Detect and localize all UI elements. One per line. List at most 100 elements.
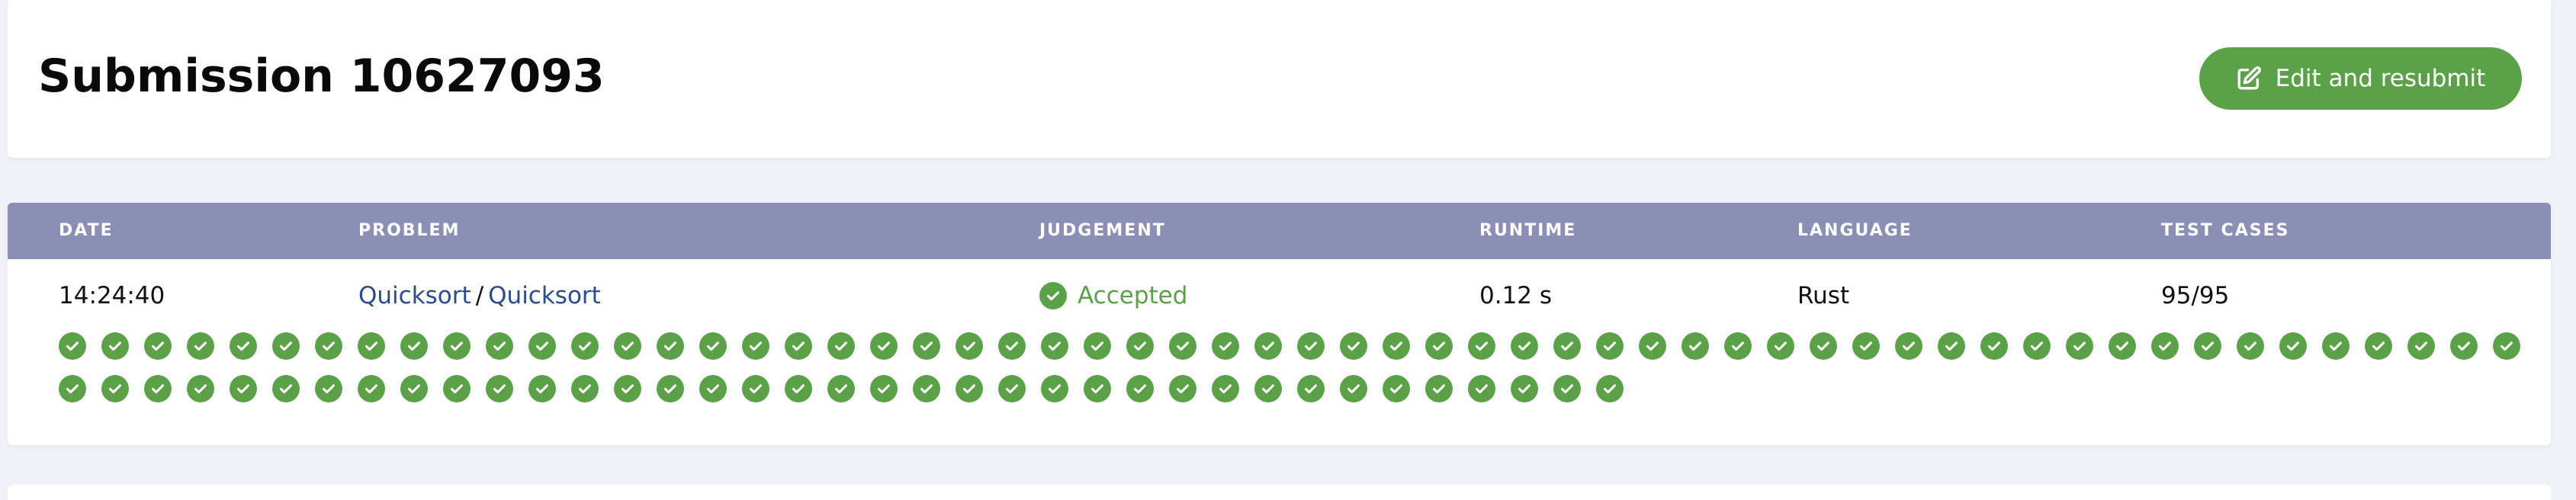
test-case-check-icon[interactable]: [187, 375, 214, 402]
test-case-check-icon[interactable]: [870, 375, 898, 402]
test-case-check-icon[interactable]: [956, 332, 983, 360]
test-case-check-icon[interactable]: [1425, 375, 1453, 402]
test-case-check-icon[interactable]: [657, 375, 684, 402]
test-case-check-icon[interactable]: [144, 375, 172, 402]
test-case-check-icon[interactable]: [2365, 332, 2392, 360]
test-case-check-icon[interactable]: [1126, 332, 1154, 360]
test-case-check-icon[interactable]: [1468, 332, 1495, 360]
test-case-check-icon[interactable]: [998, 332, 1026, 360]
test-case-check-icon[interactable]: [1895, 332, 1922, 360]
test-case-check-icon[interactable]: [742, 332, 769, 360]
test-case-check-icon[interactable]: [1468, 375, 1495, 402]
test-case-check-icon[interactable]: [1724, 332, 1752, 360]
test-case-check-icon[interactable]: [2151, 332, 2179, 360]
problem-category-link[interactable]: Quicksort: [358, 282, 471, 309]
test-case-check-icon[interactable]: [272, 375, 300, 402]
test-case-check-icon[interactable]: [1511, 332, 1538, 360]
test-case-check-icon[interactable]: [101, 375, 129, 402]
test-case-check-icon[interactable]: [614, 375, 641, 402]
test-case-check-icon[interactable]: [1340, 332, 1367, 360]
test-case-check-icon[interactable]: [443, 375, 471, 402]
test-case-check-icon[interactable]: [1639, 332, 1666, 360]
test-case-check-icon[interactable]: [998, 375, 1026, 402]
test-case-check-icon[interactable]: [2450, 332, 2478, 360]
test-case-check-icon[interactable]: [101, 332, 129, 360]
test-case-check-icon[interactable]: [699, 375, 727, 402]
test-case-check-icon[interactable]: [571, 375, 599, 402]
test-case-check-icon[interactable]: [2493, 332, 2520, 360]
test-case-check-icon[interactable]: [230, 375, 257, 402]
test-case-check-icon[interactable]: [315, 375, 342, 402]
test-case-check-icon[interactable]: [1425, 332, 1453, 360]
test-case-check-icon[interactable]: [742, 375, 769, 402]
test-case-check-icon[interactable]: [1767, 332, 1794, 360]
test-case-check-icon[interactable]: [657, 332, 684, 360]
test-case-check-icon[interactable]: [913, 332, 940, 360]
test-case-check-icon[interactable]: [571, 332, 599, 360]
test-case-check-icon[interactable]: [358, 375, 385, 402]
test-case-check-icon[interactable]: [913, 375, 940, 402]
test-case-check-icon[interactable]: [315, 332, 342, 360]
test-case-check-icon[interactable]: [870, 332, 898, 360]
test-case-check-icon[interactable]: [1169, 332, 1196, 360]
test-case-check-icon[interactable]: [144, 332, 172, 360]
test-case-check-icon[interactable]: [1297, 332, 1325, 360]
test-case-check-icon[interactable]: [2322, 332, 2350, 360]
test-case-check-icon[interactable]: [699, 332, 727, 360]
problem-name-link[interactable]: Quicksort: [488, 282, 601, 309]
test-case-check-icon[interactable]: [2194, 332, 2221, 360]
test-case-check-icon[interactable]: [614, 332, 641, 360]
test-case-check-icon[interactable]: [2066, 332, 2093, 360]
page-title: Submission 10627093: [38, 50, 605, 103]
test-case-check-icon[interactable]: [1212, 332, 1239, 360]
test-case-check-icon[interactable]: [2109, 332, 2136, 360]
test-case-check-icon[interactable]: [1084, 375, 1111, 402]
test-case-check-icon[interactable]: [443, 332, 471, 360]
edit-and-resubmit-button[interactable]: Edit and resubmit: [2199, 47, 2522, 110]
test-case-check-icon[interactable]: [1297, 375, 1325, 402]
test-case-check-icon[interactable]: [1340, 375, 1367, 402]
test-case-check-icon[interactable]: [1596, 332, 1624, 360]
test-case-check-icon[interactable]: [1596, 375, 1624, 402]
test-case-check-icon[interactable]: [486, 332, 513, 360]
test-case-check-icon[interactable]: [1212, 375, 1239, 402]
test-case-check-icon[interactable]: [2237, 332, 2264, 360]
test-case-check-icon[interactable]: [1254, 375, 1282, 402]
test-case-check-icon[interactable]: [1169, 375, 1196, 402]
test-case-check-icon[interactable]: [187, 332, 214, 360]
test-case-check-icon[interactable]: [1383, 332, 1410, 360]
test-case-check-icon[interactable]: [1084, 332, 1111, 360]
test-case-check-icon[interactable]: [1041, 375, 1068, 402]
test-case-check-icon[interactable]: [528, 375, 556, 402]
test-case-check-icon[interactable]: [2279, 332, 2307, 360]
table-row: 14:24:40 Quicksort / Quicksort Accepted 0.…: [8, 259, 2551, 332]
test-case-check-icon[interactable]: [528, 332, 556, 360]
test-case-check-icon[interactable]: [827, 332, 855, 360]
test-case-check-icon[interactable]: [1938, 332, 1965, 360]
test-case-check-icon[interactable]: [400, 375, 428, 402]
test-case-check-icon[interactable]: [1126, 375, 1154, 402]
test-case-check-icon[interactable]: [1254, 332, 1282, 360]
test-case-check-icon[interactable]: [2023, 332, 2051, 360]
test-case-check-icon[interactable]: [1852, 332, 1880, 360]
test-case-check-icon[interactable]: [1553, 332, 1581, 360]
test-case-check-icon[interactable]: [272, 332, 300, 360]
test-case-check-icon[interactable]: [956, 375, 983, 402]
test-case-check-icon[interactable]: [59, 375, 86, 402]
test-case-check-icon[interactable]: [1553, 375, 1581, 402]
test-case-check-icon[interactable]: [59, 332, 86, 360]
test-case-check-icon[interactable]: [1511, 375, 1538, 402]
test-case-check-icon[interactable]: [785, 332, 812, 360]
test-case-check-icon[interactable]: [1383, 375, 1410, 402]
test-case-check-icon[interactable]: [827, 375, 855, 402]
test-case-check-icon[interactable]: [1810, 332, 1837, 360]
test-case-check-icon[interactable]: [400, 332, 428, 360]
test-case-check-icon[interactable]: [230, 332, 257, 360]
test-case-check-icon[interactable]: [1681, 332, 1709, 360]
test-case-check-icon[interactable]: [1980, 332, 2008, 360]
test-case-check-icon[interactable]: [2407, 332, 2435, 360]
test-case-check-icon[interactable]: [358, 332, 385, 360]
test-case-check-icon[interactable]: [486, 375, 513, 402]
test-case-check-icon[interactable]: [785, 375, 812, 402]
test-case-check-icon[interactable]: [1041, 332, 1068, 360]
